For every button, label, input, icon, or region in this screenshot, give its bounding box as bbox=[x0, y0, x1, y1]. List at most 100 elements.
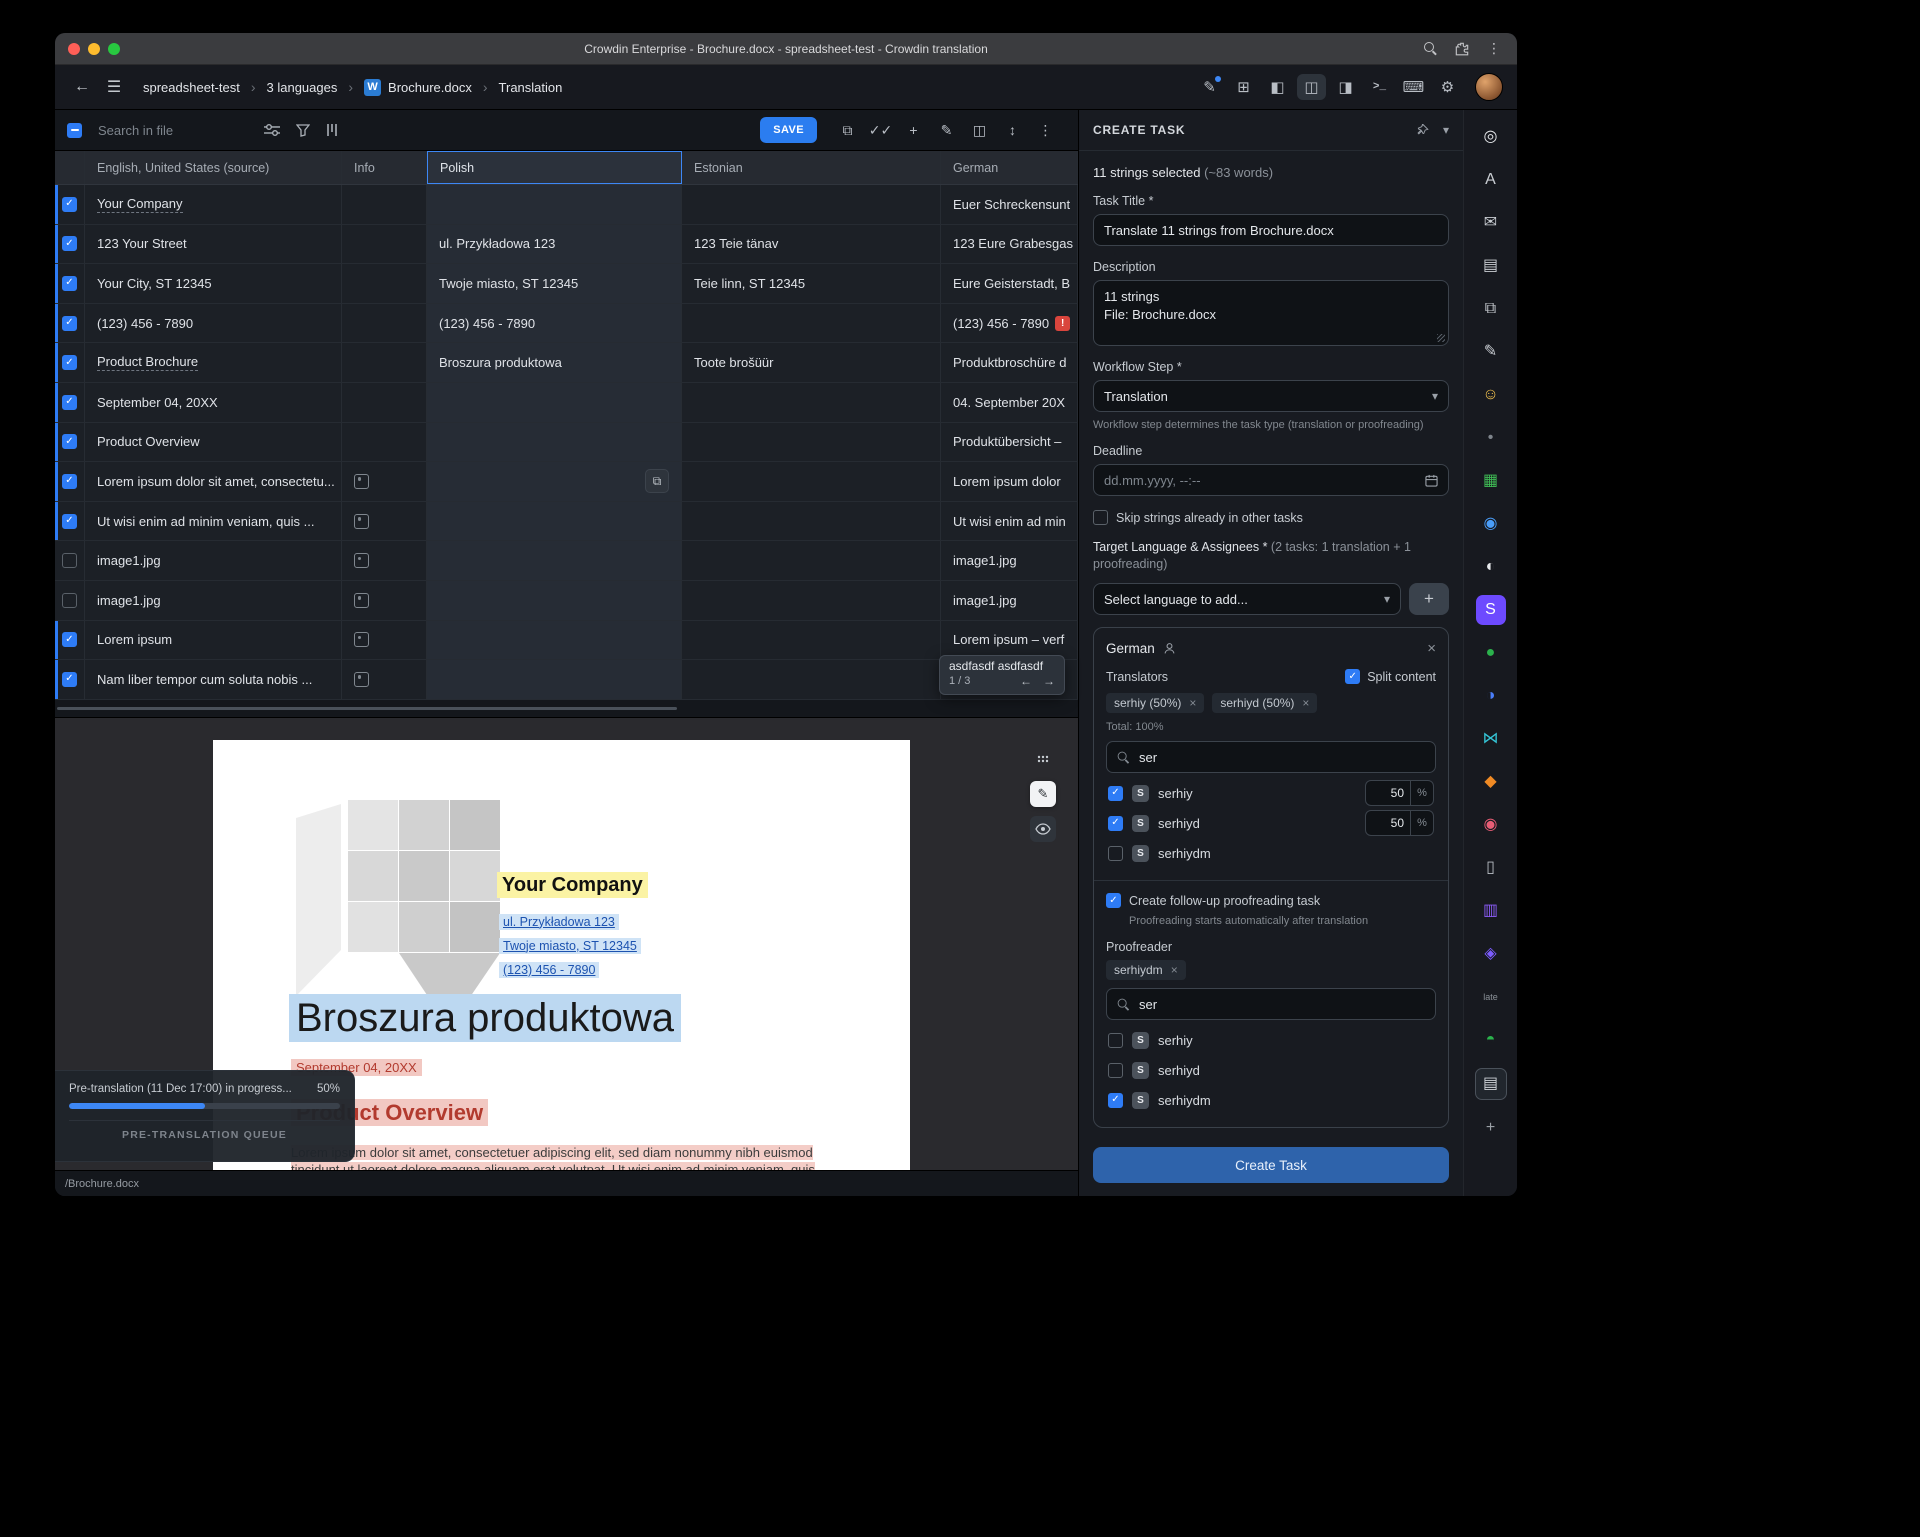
late-label[interactable]: late bbox=[1476, 982, 1506, 1012]
assignee-option[interactable]: ✓Sserhiy50% bbox=[1106, 778, 1436, 808]
assignee-option[interactable]: ✓Sserhiydm bbox=[1106, 1085, 1436, 1115]
scrollbar-thumb[interactable] bbox=[57, 707, 677, 710]
skip-strings-checkbox[interactable] bbox=[1093, 510, 1108, 525]
source-cell[interactable]: image1.jpg bbox=[85, 541, 342, 580]
remove-icon[interactable]: × bbox=[1302, 696, 1309, 710]
estonian-cell[interactable] bbox=[682, 185, 941, 224]
string-row[interactable]: ✓Lorem ipsum dolor sit amet, consectetu.… bbox=[55, 462, 1078, 502]
string-row[interactable]: ✓Your City, ST 12345Twoje miasto, ST 123… bbox=[55, 264, 1078, 304]
estonian-cell[interactable] bbox=[682, 502, 941, 541]
pretranslation-queue-link[interactable]: PRE-TRANSLATION QUEUE bbox=[69, 1120, 340, 1141]
task-title-input[interactable]: Translate 11 strings from Brochure.docx bbox=[1093, 214, 1449, 246]
target-icon[interactable]: ◑ bbox=[1476, 681, 1506, 711]
more-options-icon[interactable]: ⋮ bbox=[1031, 117, 1060, 143]
form-icon[interactable]: ▤ bbox=[1475, 1068, 1507, 1100]
polish-cell[interactable]: (123) 456 - 7890 bbox=[427, 304, 682, 343]
preview-address-block[interactable]: ul. Przykładowa 123 Twoje miasto, ST 123… bbox=[499, 914, 641, 978]
row-checkbox[interactable]: ✓ bbox=[62, 276, 77, 291]
table-view-icon[interactable]: ⊞ bbox=[1229, 74, 1258, 100]
crowdin-icon[interactable]: ◎ bbox=[1476, 122, 1506, 152]
row-checkbox[interactable] bbox=[62, 553, 77, 568]
remove-icon[interactable]: × bbox=[1189, 696, 1196, 710]
comment-icon[interactable]: ✉ bbox=[1476, 208, 1506, 238]
string-row[interactable]: image1.jpgimage1.jpg bbox=[55, 581, 1078, 621]
polish-cell[interactable]: Twoje miasto, ST 12345 bbox=[427, 264, 682, 303]
pages-icon[interactable]: ⧉ bbox=[1476, 294, 1506, 324]
console-icon[interactable]: >_ bbox=[1365, 74, 1394, 100]
source-cell[interactable]: Lorem ipsum bbox=[85, 621, 342, 660]
settings-icon[interactable]: ⚙ bbox=[1433, 74, 1462, 100]
translator-search-input[interactable]: ser bbox=[1106, 741, 1436, 773]
source-cell[interactable]: Product Overview bbox=[85, 423, 342, 462]
german-cell[interactable]: 123 Eure Grabesgas bbox=[941, 225, 1078, 264]
german-cell[interactable]: Euer Schreckensunt bbox=[941, 185, 1078, 224]
layout-icon[interactable]: ▤ bbox=[1476, 251, 1506, 281]
column-header-info[interactable]: Info bbox=[342, 151, 427, 184]
remove-language-icon[interactable]: × bbox=[1427, 640, 1436, 657]
preview-company-name[interactable]: Your Company bbox=[497, 874, 648, 897]
source-cell[interactable]: image1.jpg bbox=[85, 581, 342, 620]
string-row[interactable]: ✓Nam liber tempor cum soluta nobis ... bbox=[55, 660, 1078, 700]
browser-icon[interactable]: ◐ bbox=[1476, 552, 1506, 582]
string-row[interactable]: ✓Ut wisi enim ad minim veniam, quis ...U… bbox=[55, 502, 1078, 542]
source-cell[interactable]: (123) 456 - 7890 bbox=[85, 304, 342, 343]
toggle-highlight-icon[interactable] bbox=[1030, 816, 1056, 842]
zoom-button[interactable] bbox=[108, 43, 120, 55]
description-input[interactable]: 11 strings File: Brochure.docx bbox=[1093, 280, 1449, 346]
expand-vertical-icon[interactable]: ↕ bbox=[998, 117, 1027, 143]
estonian-cell[interactable] bbox=[682, 462, 941, 501]
dot-icon[interactable]: • bbox=[1476, 423, 1506, 453]
approve-all-icon[interactable]: ✓✓ bbox=[866, 117, 895, 143]
string-row[interactable]: ✓123 Your Streetul. Przykładowa 123123 T… bbox=[55, 225, 1078, 265]
breadcrumb-project[interactable]: spreadsheet-test bbox=[143, 80, 240, 95]
german-cell[interactable]: image1.jpg bbox=[941, 541, 1078, 580]
user-avatar[interactable] bbox=[1475, 73, 1503, 101]
prev-match-icon[interactable]: ← bbox=[1020, 674, 1032, 689]
horizontal-scrollbar[interactable] bbox=[55, 700, 1078, 718]
panel-bottom-icon[interactable]: ◫ bbox=[1297, 74, 1326, 100]
split-view-icon[interactable]: ◫ bbox=[965, 117, 994, 143]
back-button[interactable]: ← bbox=[69, 78, 95, 96]
polish-cell[interactable] bbox=[427, 423, 682, 462]
string-row[interactable]: ✓September 04, 20XX04. September 20X bbox=[55, 383, 1078, 423]
sheets-icon[interactable]: ▦ bbox=[1476, 466, 1506, 496]
butterfly-icon[interactable]: ⋈ bbox=[1476, 724, 1506, 754]
split-content-checkbox[interactable]: ✓ bbox=[1345, 669, 1360, 684]
polish-cell[interactable]: ul. Przykładowa 123 bbox=[427, 225, 682, 264]
german-cell[interactable]: Produktübersicht – bbox=[941, 423, 1078, 462]
select-all-checkbox[interactable] bbox=[67, 123, 82, 138]
browser-search-icon[interactable] bbox=[1424, 42, 1437, 55]
option-checkbox[interactable]: ✓ bbox=[1108, 786, 1123, 801]
filter-icon[interactable] bbox=[296, 124, 310, 137]
assignee-option[interactable]: Sserhiydm bbox=[1106, 838, 1436, 868]
row-checkbox[interactable] bbox=[62, 593, 77, 608]
estonian-cell[interactable] bbox=[682, 383, 941, 422]
breadcrumb-file[interactable]: W Brochure.docx bbox=[364, 79, 472, 96]
source-cell[interactable]: Your Company bbox=[85, 185, 342, 224]
collapse-panel-icon[interactable]: ▾ bbox=[1443, 123, 1449, 137]
save-button[interactable]: SAVE bbox=[760, 117, 817, 143]
assignee-option[interactable]: ✓Sserhiyd50% bbox=[1106, 808, 1436, 838]
smiley-icon[interactable]: ☺ bbox=[1476, 380, 1506, 410]
string-row[interactable]: ✓Product BrochureBroszura produktowaToot… bbox=[55, 343, 1078, 383]
german-cell[interactable]: 04. September 20X bbox=[941, 383, 1078, 422]
polish-cell[interactable] bbox=[427, 185, 682, 224]
source-cell[interactable]: Ut wisi enim ad minim veniam, quis ... bbox=[85, 502, 342, 541]
source-cell[interactable]: Product Brochure bbox=[85, 343, 342, 382]
german-cell[interactable]: (123) 456 - 7890! bbox=[941, 304, 1078, 343]
breadcrumb-step[interactable]: Translation bbox=[499, 80, 563, 95]
row-checkbox[interactable]: ✓ bbox=[62, 434, 77, 449]
preview-title[interactable]: Broszura produktowa bbox=[289, 996, 681, 1041]
doc-edit-icon[interactable]: ✎ bbox=[1476, 337, 1506, 367]
row-checkbox[interactable]: ✓ bbox=[62, 316, 77, 331]
estonian-cell[interactable] bbox=[682, 581, 941, 620]
german-cell[interactable]: Eure Geisterstadt, B bbox=[941, 264, 1078, 303]
menu-button[interactable]: ☰ bbox=[101, 77, 127, 97]
row-checkbox[interactable]: ✓ bbox=[62, 395, 77, 410]
shortcuts-icon[interactable]: ⌨ bbox=[1399, 74, 1428, 100]
remove-icon[interactable]: × bbox=[1171, 963, 1178, 977]
column-header-german[interactable]: German bbox=[941, 151, 1078, 184]
cube-icon[interactable]: ◆ bbox=[1476, 767, 1506, 797]
add-string-icon[interactable]: + bbox=[899, 117, 928, 143]
green-app-icon[interactable]: ● bbox=[1476, 638, 1506, 668]
